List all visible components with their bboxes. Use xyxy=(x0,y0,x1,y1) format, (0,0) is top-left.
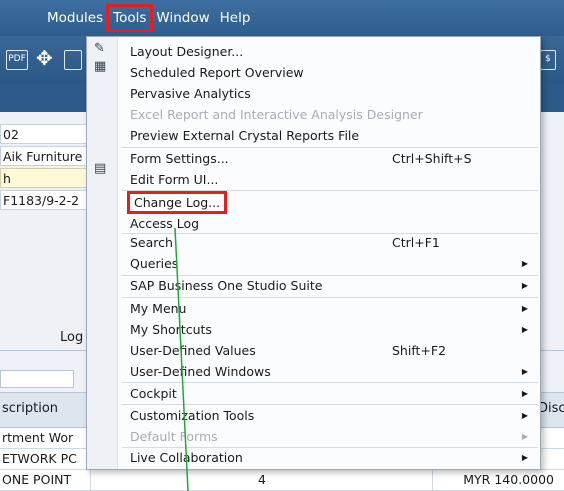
menu-item-access-log[interactable]: Access Log xyxy=(118,213,540,234)
menu-separator xyxy=(122,190,538,191)
row-description: rtment Wor xyxy=(2,430,74,445)
menu-item-queries[interactable]: Queries ▶ xyxy=(118,253,540,274)
menu-item-shortcut: Shift+F2 xyxy=(392,343,447,358)
menu-item-live-collaboration[interactable]: Live Collaboration ▶ xyxy=(118,447,540,468)
currency-icon[interactable]: $ xyxy=(540,50,556,70)
menu-help[interactable]: Help xyxy=(215,6,256,30)
contact-field[interactable]: h xyxy=(0,168,92,188)
menu-item-user-defined-windows[interactable]: User-Defined Windows ▶ xyxy=(118,361,540,382)
menu-item-pervasive-analytics[interactable]: Pervasive Analytics xyxy=(118,83,540,104)
column-discount[interactable]: Disc xyxy=(538,401,564,416)
menu-item-form-settings[interactable]: Form Settings... Ctrl+Shift+S xyxy=(118,148,540,169)
menu-item-label: Search xyxy=(130,235,173,250)
scheduled-report-icon: ▦ xyxy=(94,59,107,74)
pencil-icon: ✎ xyxy=(94,41,105,56)
submenu-arrow-icon: ▶ xyxy=(521,411,528,420)
form-settings-icon: ▤ xyxy=(94,161,107,176)
menu-item-scheduled-report-overview[interactable]: Scheduled Report Overview xyxy=(118,62,540,83)
menu-item-label: Queries xyxy=(130,256,179,271)
pdf-export-icon[interactable]: PDF xyxy=(6,50,28,70)
row-price: MYR 140.0000 xyxy=(432,470,560,490)
menu-item-my-shortcuts[interactable]: My Shortcuts ▶ xyxy=(118,319,540,340)
reference-field[interactable]: F1183/9-2-2 xyxy=(0,190,92,210)
submenu-arrow-icon: ▶ xyxy=(521,367,528,376)
cell-divider xyxy=(90,470,91,490)
menu-item-label: Change Log... xyxy=(126,191,228,214)
submenu-arrow-icon: ▶ xyxy=(521,389,528,398)
submenu-arrow-icon: ▶ xyxy=(521,281,528,290)
menu-item-user-defined-values[interactable]: User-Defined Values Shift+F2 xyxy=(118,340,540,361)
grid-filter-input[interactable] xyxy=(0,370,74,388)
menu-item-label: My Shortcuts xyxy=(130,322,212,337)
menu-item-layout-designer[interactable]: Layout Designer... xyxy=(118,41,540,62)
column-description[interactable]: scription xyxy=(2,401,58,416)
submenu-arrow-icon: ▶ xyxy=(521,432,528,441)
menu-item-label: Live Collaboration xyxy=(130,450,243,465)
submenu-arrow-icon: ▶ xyxy=(521,325,528,334)
menu-modules[interactable]: Modules xyxy=(42,6,108,30)
layout-icon[interactable] xyxy=(64,50,82,70)
menu-item-cockpit[interactable]: Cockpit ▶ xyxy=(118,383,540,404)
submenu-arrow-icon: ▶ xyxy=(521,453,528,462)
row-description: ETWORK PC xyxy=(2,451,77,466)
menu-item-my-menu[interactable]: My Menu ▶ xyxy=(118,298,540,319)
menu-item-search[interactable]: Search Ctrl+F1 xyxy=(118,232,540,253)
menu-bar: Modules Tools Window Help xyxy=(0,0,564,36)
menu-tools[interactable]: Tools xyxy=(106,4,154,32)
menu-item-customization-tools[interactable]: Customization Tools ▶ xyxy=(118,405,540,426)
move-arrows-icon[interactable]: ✥ xyxy=(36,46,53,70)
customer-name-field[interactable]: Aik Furniture xyxy=(0,146,92,166)
menu-icon-column xyxy=(87,37,118,469)
row-description: ONE POINT xyxy=(2,472,72,487)
menu-item-label: My Menu xyxy=(130,301,187,316)
log-tab-label[interactable]: Log xyxy=(60,330,83,345)
menu-item-studio-suite[interactable]: SAP Business One Studio Suite ▶ xyxy=(118,275,540,296)
menu-item-default-forms: Default Forms ▶ xyxy=(118,426,540,447)
submenu-arrow-icon: ▶ xyxy=(521,259,528,268)
menu-item-label: User-Defined Values xyxy=(130,343,256,358)
table-row[interactable]: ONE POINT 4 MYR 140.0000 xyxy=(0,470,564,491)
menu-item-label: User-Defined Windows xyxy=(130,364,271,379)
menu-item-excel-report-designer: Excel Report and Interactive Analysis De… xyxy=(130,107,423,122)
menu-item-edit-form-ui[interactable]: Edit Form UI... xyxy=(118,169,540,190)
menu-item-preview-crystal-reports[interactable]: Preview External Crystal Reports File xyxy=(118,125,540,146)
menu-item-label: Customization Tools xyxy=(130,408,255,423)
row-quantity: 4 xyxy=(258,472,266,487)
menu-item-change-log[interactable]: Change Log... xyxy=(118,191,540,214)
menu-item-label: Default Forms xyxy=(130,429,218,444)
tools-dropdown-menu: ✎ ▦ ▤ Layout Designer... Scheduled Repor… xyxy=(86,36,541,470)
menu-window[interactable]: Window xyxy=(151,6,214,30)
menu-item-shortcut: Ctrl+F1 xyxy=(392,235,440,250)
submenu-arrow-icon: ▶ xyxy=(521,304,528,313)
menu-item-label: Form Settings... xyxy=(130,151,229,166)
menu-item-label: Cockpit xyxy=(130,386,177,401)
menu-item-label: SAP Business One Studio Suite xyxy=(130,278,323,293)
menu-item-shortcut: Ctrl+Shift+S xyxy=(392,151,472,166)
document-number-field[interactable]: 02 xyxy=(0,124,92,144)
